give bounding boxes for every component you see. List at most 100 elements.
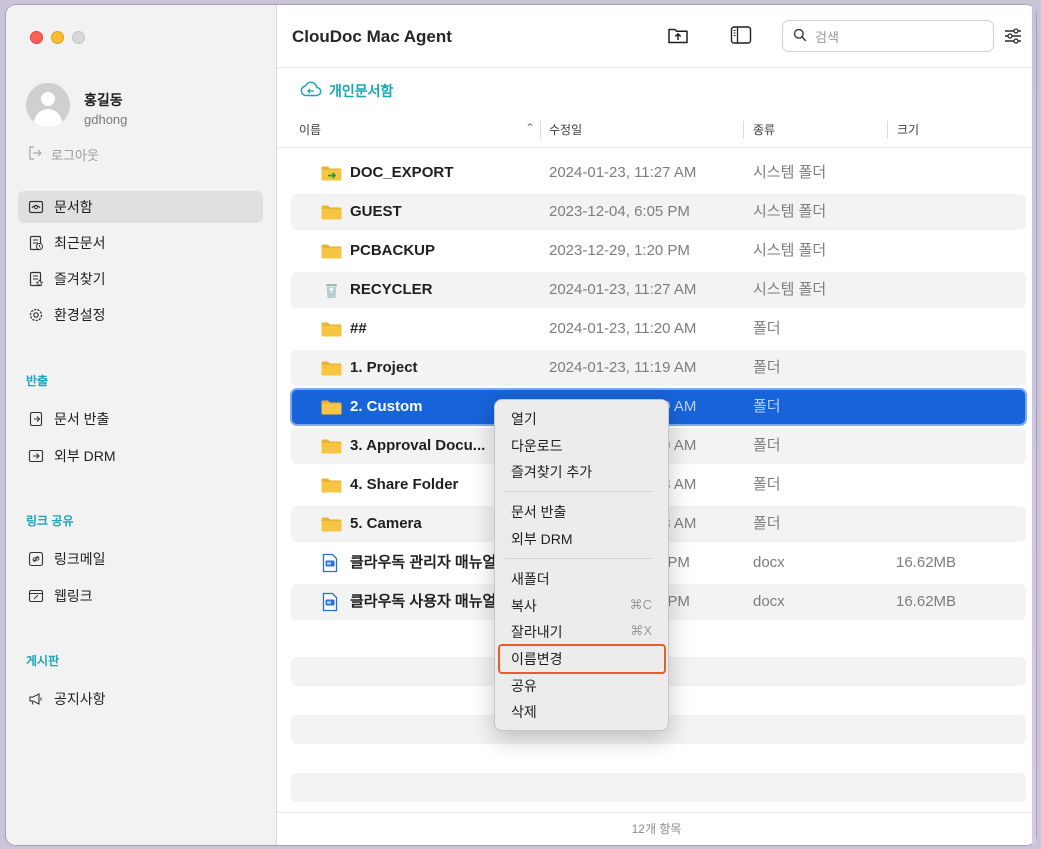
section-title-link-share: 링크 공유 xyxy=(26,514,74,528)
user-id: gdhong xyxy=(84,112,128,127)
file-name-cell: DOC_EXPORT xyxy=(321,155,521,191)
context-menu-item[interactable]: 삭제 xyxy=(511,702,537,722)
file-size: 16.62MB xyxy=(896,554,957,571)
file-name-cell: 4. Share Folder xyxy=(321,467,521,503)
toggle-sidebar-button[interactable] xyxy=(729,25,753,49)
sidebar-item-notice[interactable]: 공지사항 xyxy=(18,683,263,715)
breadcrumb[interactable]: 개인문서함 xyxy=(299,80,393,101)
file-modified: 2024-01-23, 11:27 AM xyxy=(549,164,697,181)
file-name: DOC_EXPORT xyxy=(350,164,454,181)
logout-label: 로그아웃 xyxy=(51,148,99,163)
sort-ascending-icon[interactable]: ⌃ xyxy=(525,121,535,135)
window-controls xyxy=(30,31,85,44)
sidebar-item-label: 문서함 xyxy=(54,199,93,215)
sidebar-item-doc-export[interactable]: 문서 반출 xyxy=(18,403,263,435)
file-modified: 2024-01-23, 11:20 AM xyxy=(549,320,697,337)
context-menu: 열기 다운로드 즐겨찾기 추가 문서 반출 외부 DRM 새폴더 복사 ⌘C 잘라내기 ⌘X 이름변… xyxy=(494,399,669,731)
app-title: ClouDoc Mac Agent xyxy=(292,27,452,46)
context-menu-item[interactable]: 열기 xyxy=(511,409,537,429)
upload-button[interactable] xyxy=(666,25,690,49)
file-name: 클라우독 관리자 매뉴얼 xyxy=(350,554,497,571)
sidebar-item-favorites[interactable]: 즐겨찾기 xyxy=(18,263,263,295)
file-modified: 2024-01-23, 11:27 AM xyxy=(549,281,697,298)
file-modified: 2024-01-23, 11:19 AM xyxy=(549,359,697,376)
folder-icon xyxy=(321,439,342,454)
file-type: 시스템 폴더 xyxy=(753,164,827,181)
file-name-cell: ## xyxy=(321,311,521,347)
search-input[interactable]: 검색 xyxy=(782,20,994,52)
file-type: 시스템 폴더 xyxy=(753,281,827,298)
folder-icon xyxy=(321,517,342,532)
minimize-window-button[interactable] xyxy=(51,31,64,44)
file-type: 폴더 xyxy=(753,359,781,376)
context-menu-item[interactable]: 잘라내기 xyxy=(511,622,563,642)
context-menu-item[interactable]: 복사 xyxy=(511,596,537,616)
section-title-export: 반출 xyxy=(26,374,49,388)
folder-icon xyxy=(321,478,342,493)
sidebar: 홍길동 gdhong 로그아웃 문서함 최근문서 즐겨찾기 환경설정 반출 문서… xyxy=(6,5,277,845)
file-name-cell: 1. Project xyxy=(321,350,521,386)
sidebar-item-label: 환경설정 xyxy=(54,307,106,323)
column-header-type[interactable]: 종류 xyxy=(753,121,775,138)
file-row[interactable]: ## 2024-01-23, 11:20 AM 폴더 xyxy=(291,311,1026,347)
sidebar-item-link-mail[interactable]: 링크메일 xyxy=(18,543,263,575)
file-type: 폴더 xyxy=(753,515,781,532)
file-name: PCBACKUP xyxy=(350,242,436,259)
file-row[interactable]: RECYCLER 2024-01-23, 11:27 AM 시스템 폴더 xyxy=(291,272,1026,308)
shortcut-hint: ⌘X xyxy=(630,623,652,638)
context-menu-item[interactable]: 새폴더 xyxy=(511,569,550,589)
context-menu-item[interactable]: 즐겨찾기 추가 xyxy=(511,462,592,482)
column-divider xyxy=(887,121,888,139)
context-menu-item[interactable]: 공유 xyxy=(511,676,537,696)
menu-separator xyxy=(505,558,652,559)
context-menu-item[interactable]: 문서 반출 xyxy=(511,502,566,522)
file-row[interactable]: DOC_EXPORT 2024-01-23, 11:27 AM 시스템 폴더 xyxy=(291,155,1026,191)
file-name-cell: PCBACKUP xyxy=(321,233,521,269)
column-header-name[interactable]: 이름 xyxy=(299,121,321,138)
search-placeholder: 검색 xyxy=(815,29,839,45)
file-modified: 2023-12-04, 6:05 PM xyxy=(549,203,690,220)
sidebar-item-label: 링크메일 xyxy=(54,551,106,567)
filter-settings-button[interactable] xyxy=(1002,25,1024,47)
sidebar-item-recent[interactable]: 최근문서 xyxy=(18,227,263,259)
file-row[interactable]: PCBACKUP 2023-12-29, 1:20 PM 시스템 폴더 xyxy=(291,233,1026,269)
sidebar-item-settings[interactable]: 환경설정 xyxy=(18,299,263,331)
zoom-window-button[interactable] xyxy=(72,31,85,44)
file-name-cell: GUEST xyxy=(321,194,521,230)
item-count: 12개 항목 xyxy=(631,822,682,836)
recycle-bin-icon xyxy=(321,283,342,298)
sidebar-item-external-drm[interactable]: 외부 DRM xyxy=(18,440,263,472)
file-name: 4. Share Folder xyxy=(350,476,459,493)
section-title-board: 게시판 xyxy=(26,654,60,668)
column-divider xyxy=(743,121,744,139)
sidebar-item-label: 최근문서 xyxy=(54,235,106,251)
file-type: 시스템 폴더 xyxy=(753,203,827,220)
column-header-size[interactable]: 크기 xyxy=(897,121,919,138)
file-type: 시스템 폴더 xyxy=(753,242,827,259)
sidebar-toggle-icon xyxy=(730,25,752,50)
file-row[interactable]: 1. Project 2024-01-23, 11:19 AM 폴더 xyxy=(291,350,1026,386)
close-window-button[interactable] xyxy=(30,31,43,44)
context-menu-item[interactable]: 다운로드 xyxy=(511,436,563,456)
sidebar-item-label: 문서 반출 xyxy=(54,411,110,427)
file-name: 2. Custom xyxy=(350,398,423,415)
background-edge xyxy=(1032,5,1036,845)
sliders-icon xyxy=(1002,28,1024,51)
logout-button[interactable]: 로그아웃 xyxy=(28,145,99,164)
sidebar-item-inbox[interactable]: 문서함 xyxy=(18,191,263,223)
export-icon xyxy=(28,411,44,427)
file-modified: 2023-12-29, 1:20 PM xyxy=(549,242,690,259)
cloud-icon xyxy=(299,80,323,101)
file-type: docx xyxy=(753,554,785,571)
column-header-modified[interactable]: 수정일 xyxy=(549,121,582,138)
web-link-icon xyxy=(28,588,44,604)
file-type: 폴더 xyxy=(753,398,781,415)
folder-icon xyxy=(321,244,342,259)
shortcut-hint: ⌘C xyxy=(629,597,652,612)
context-menu-item[interactable]: 외부 DRM xyxy=(511,529,573,549)
sidebar-item-label: 공지사항 xyxy=(54,691,106,707)
sidebar-item-web-link[interactable]: 웹링크 xyxy=(18,580,263,612)
file-row[interactable]: GUEST 2023-12-04, 6:05 PM 시스템 폴더 xyxy=(291,194,1026,230)
file-name-cell: 2. Custom xyxy=(321,389,521,425)
sidebar-item-label: 즐겨찾기 xyxy=(54,271,106,287)
